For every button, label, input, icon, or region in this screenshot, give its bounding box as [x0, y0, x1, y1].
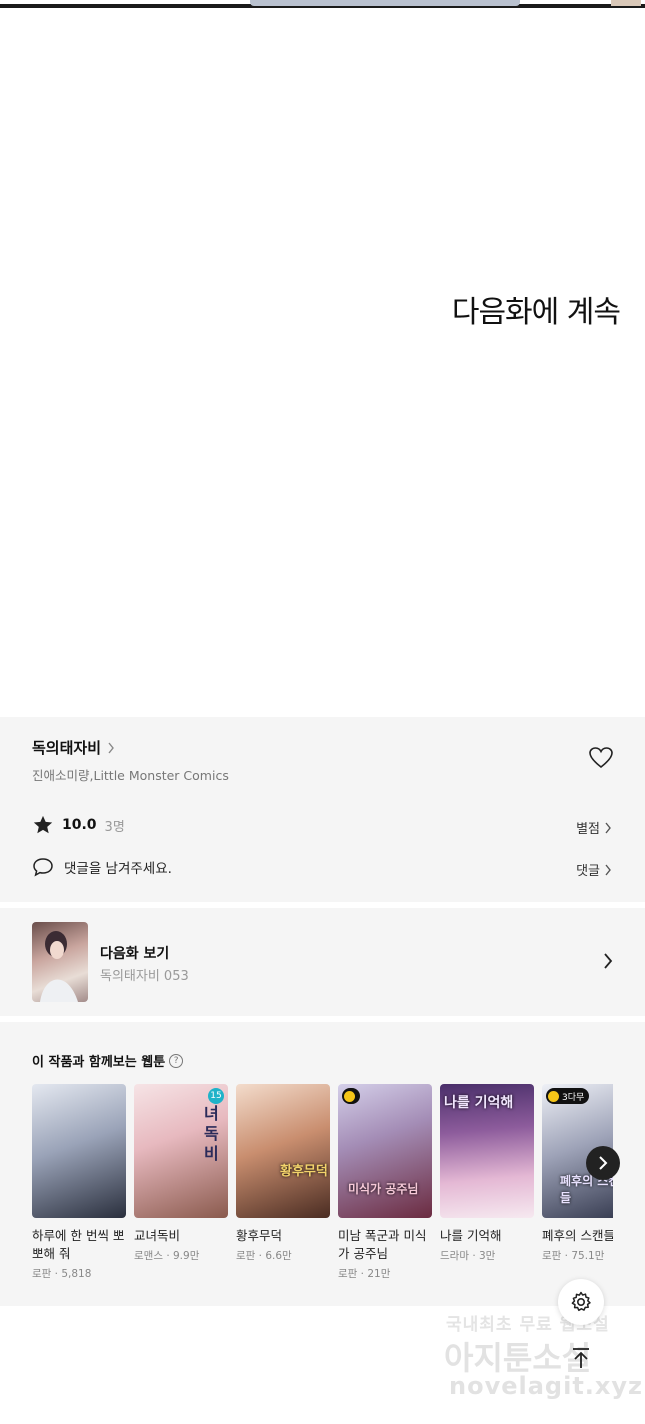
episode-count-badge: 15 [208, 1088, 224, 1104]
help-icon[interactable]: ? [169, 1053, 184, 1068]
wait-free-badge [342, 1088, 360, 1104]
continue-text: 다음화에 계속 [451, 295, 621, 330]
series-title-link[interactable]: 독의태자비 [32, 737, 115, 758]
recommendations-title: 이 작품과 함께보는 웹툰 ? [32, 1051, 184, 1070]
recommendation-name: 나를 기억해 [440, 1228, 502, 1243]
recommendation-card[interactable]: 황후무덕 황후무덕 로판 · 6.6만 [236, 1084, 330, 1263]
recommendation-meta: 로판 · 5,818 [32, 1268, 92, 1280]
comment-link[interactable]: 댓글 [576, 860, 612, 879]
chevron-right-icon [599, 1156, 608, 1170]
recommendation-cover[interactable]: 미식가 공주님 [338, 1084, 432, 1218]
recommendation-name: 하루에 한 번씩 뽀뽀해 줘 [32, 1228, 125, 1261]
recommendation-meta: 로맨스 · 9.9만 [134, 1250, 200, 1262]
recommendation-carousel[interactable]: 하루에 한 번씩 뽀뽀해 줘 로판 · 5,818 15 녀독비 교녀독비 로맨… [32, 1084, 613, 1294]
cover-title-text: 황후무덕 [280, 1164, 328, 1179]
cover-title-text: 미식가 공주님 [348, 1182, 419, 1196]
chevron-right-icon [605, 864, 611, 875]
chevron-right-icon[interactable] [601, 952, 615, 970]
comment-placeholder: 댓글을 남겨주세요. [64, 861, 172, 877]
rate-link-label: 별점 [576, 822, 600, 837]
recommendations-title-text: 이 작품과 함께보는 웹툰 [32, 1055, 166, 1070]
recommendation-card[interactable]: 미식가 공주님 미남 폭군과 미식가 공주님 로판 · 21만 [338, 1084, 432, 1281]
comic-fragment [250, 0, 520, 6]
next-episode-subtitle: 독의태자비 053 [100, 969, 189, 984]
clock-icon [344, 1090, 355, 1102]
recommendation-card[interactable]: 나를 기억해 나를 기억해 드라마 · 3만 [440, 1084, 534, 1263]
recommendation-meta: 드라마 · 3만 [440, 1250, 496, 1262]
cover-title-text: 녀독비 [204, 1104, 219, 1163]
badge-text: 3다무 [562, 1092, 585, 1103]
chevron-right-icon [605, 822, 611, 833]
recommendation-meta: 로판 · 21만 [338, 1268, 391, 1280]
chevron-right-icon [108, 742, 114, 753]
recommendation-card[interactable]: 하루에 한 번씩 뽀뽀해 줘 로판 · 5,818 [32, 1084, 126, 1281]
rating-count: 3명 [104, 819, 125, 835]
settings-button[interactable] [558, 1279, 604, 1325]
gear-icon [571, 1291, 591, 1312]
recommendation-cover[interactable]: 황후무덕 [236, 1084, 330, 1218]
rating-value: 10.0 [62, 817, 97, 833]
wait-free-badge: 3다무 [546, 1088, 590, 1104]
recommendation-name: 미남 폭군과 미식가 공주님 [338, 1228, 427, 1261]
carousel-next-button[interactable] [586, 1146, 620, 1180]
rating-row: 10.0 3명 [32, 814, 125, 836]
recommendation-meta: 로판 · 6.6만 [236, 1250, 292, 1262]
recommendation-card[interactable]: 15 녀독비 교녀독비 로맨스 · 9.9만 [134, 1084, 228, 1263]
recommendation-cover[interactable] [32, 1084, 126, 1218]
series-authors: 진애소미량,Little Monster Comics [32, 768, 229, 783]
arrow-up-icon[interactable] [570, 1347, 592, 1369]
recommendation-meta: 로판 · 75.1만 [542, 1250, 605, 1262]
recommendation-name: 교녀독비 [134, 1228, 181, 1243]
thumbnail-illustration [40, 931, 78, 1002]
heart-icon[interactable] [588, 746, 614, 770]
star-icon [33, 815, 53, 834]
next-episode-label: 다음화 보기 [100, 946, 170, 962]
comic-image-edge [0, 0, 645, 10]
clock-icon [548, 1090, 559, 1102]
next-episode-panel[interactable] [0, 908, 645, 1016]
watermark-line3: novelagit.xyz [449, 1372, 644, 1400]
cover-title-text: 나를 기억해 [444, 1095, 514, 1111]
comment-input-row[interactable]: 댓글을 남겨주세요. [32, 857, 172, 877]
recommendation-name: 황후무덕 [236, 1228, 283, 1243]
comic-fragment-right [611, 0, 641, 6]
next-episode-thumbnail[interactable] [32, 922, 88, 1002]
recommendation-name: 폐후의 스캔들 [542, 1228, 613, 1243]
speech-bubble-icon [33, 858, 53, 877]
series-title: 독의태자비 [32, 739, 102, 757]
rate-link[interactable]: 별점 [576, 818, 612, 837]
recommendation-cover[interactable]: 나를 기억해 [440, 1084, 534, 1218]
comment-link-label: 댓글 [576, 864, 600, 879]
recommendation-cover[interactable]: 15 녀독비 [134, 1084, 228, 1218]
